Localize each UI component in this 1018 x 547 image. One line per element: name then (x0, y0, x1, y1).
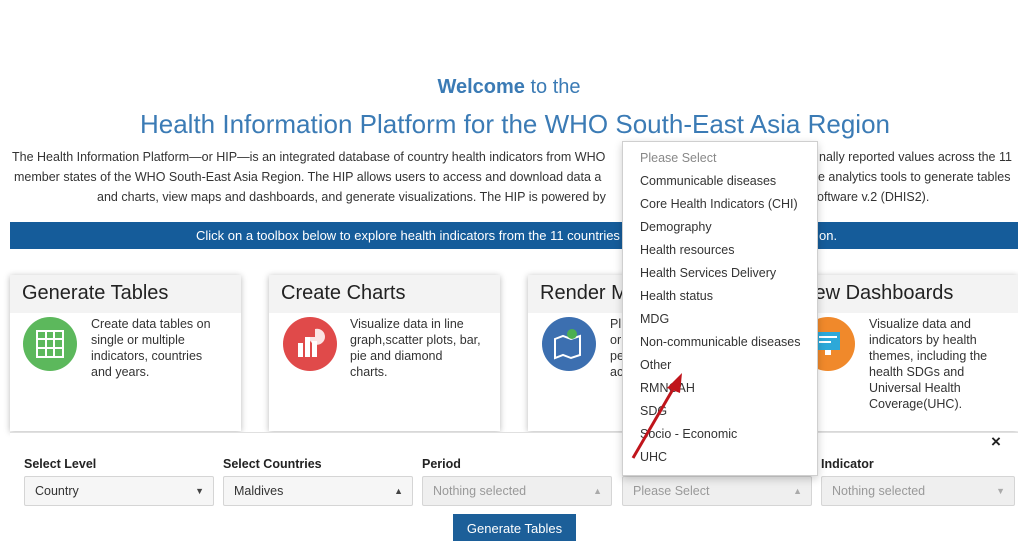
annotation-arrow-icon (631, 373, 682, 459)
